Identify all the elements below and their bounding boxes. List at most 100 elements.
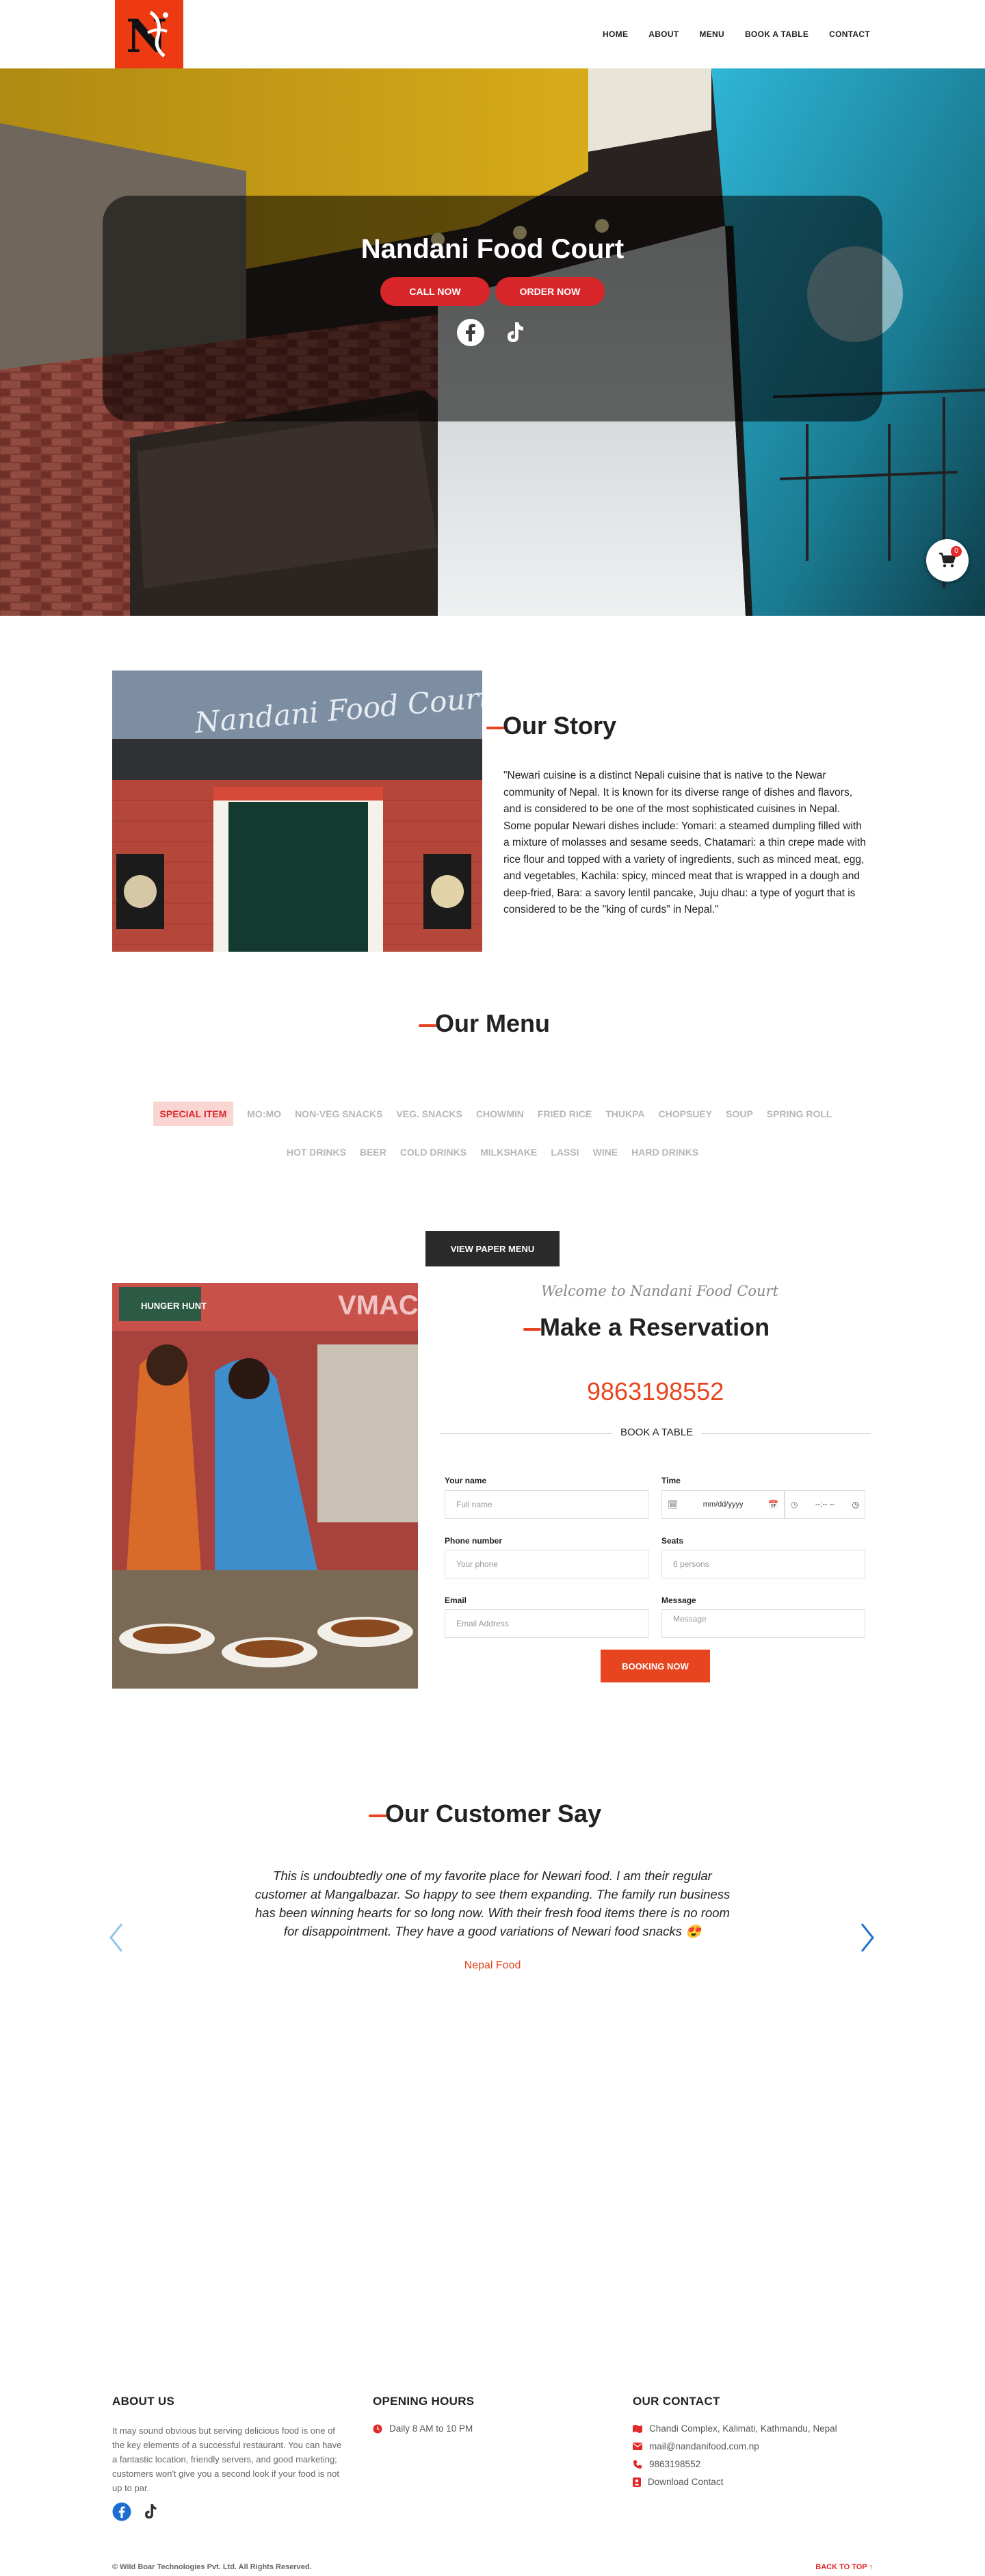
menu-tab-mo-mo[interactable]: MO:MO (247, 1102, 281, 1126)
logo-mark-icon: N (126, 10, 168, 63)
menu-tab-fried-rice[interactable]: FRIED RICE (538, 1102, 592, 1126)
clock-icon: ◷ (791, 1500, 798, 1509)
email-label: Email (445, 1596, 467, 1605)
title-accent-dash (369, 1814, 386, 1817)
footer-contact: OUR CONTACT Chandi Complex, Kalimati, Ka… (633, 2395, 837, 2495)
hero-social-links (103, 318, 882, 350)
menu-tab-beer[interactable]: BEER (360, 1140, 386, 1165)
welcome-text: Welcome to Nandani Food Court (541, 1283, 779, 1299)
menu-tab-lassi[interactable]: LASSI (551, 1140, 579, 1165)
book-a-table-label: BOOK A TABLE (612, 1427, 702, 1438)
title-accent-dash (486, 727, 504, 729)
menu-tab-row: HOT DRINKS BEER COLD DRINKS MILKSHAKE LASSI W… (0, 1140, 985, 1165)
testimonial-quote: This is undoubtedly one of my favorite p… (254, 1869, 731, 1938)
chevron-left-icon[interactable] (108, 1923, 124, 1956)
menu-tab-wine[interactable]: WINE (593, 1140, 618, 1165)
menu-tab-cold-drinks[interactable]: COLD DRINKS (400, 1140, 467, 1165)
facebook-icon[interactable] (456, 318, 485, 350)
cart-button[interactable]: 0 (926, 539, 969, 582)
booking-now-button[interactable]: BOOKING NOW (601, 1650, 710, 1682)
hero-title: Nandani Food Court (360, 234, 625, 264)
email-input[interactable]: Email Address (445, 1609, 648, 1638)
reservation-title: Make a Reservation (523, 1313, 770, 1342)
download-contact-item[interactable]: Download Contact (633, 2477, 837, 2487)
chevron-right-icon[interactable] (859, 1923, 876, 1956)
footer-hours: OPENING HOURS Daily 8 AM to 10 PM (373, 2395, 474, 2441)
nav-about[interactable]: ABOUT (648, 29, 679, 39)
tiktok-icon[interactable] (141, 2502, 160, 2525)
svg-text:HUNGER HUNT: HUNGER HUNT (141, 1301, 207, 1311)
clock-icon (373, 2424, 382, 2433)
menu-tab-veg-snacks[interactable]: VEG. SNACKS (396, 1102, 462, 1126)
call-now-button[interactable]: CALL NOW (380, 277, 490, 306)
phone-item[interactable]: 9863198552 (633, 2459, 837, 2469)
story-title: Our Story (486, 712, 616, 740)
nav-book-a-table[interactable]: BOOK A TABLE (745, 29, 809, 39)
hero-overlay-box: Nandani Food Court CALL NOW ORDER NOW (103, 196, 882, 421)
menu-tab-spring-roll[interactable]: SPRING ROLL (767, 1102, 832, 1126)
time-picker-icon[interactable]: ◷ (852, 1500, 859, 1509)
contact-title: OUR CONTACT (633, 2395, 720, 2408)
reservation-image: HUNGER HUNT VMAC (112, 1283, 418, 1689)
about-text: It may sound obvious but serving delicio… (112, 2425, 342, 2493)
seats-input[interactable]: 6 persons (661, 1550, 865, 1578)
menu-tab-non-veg-snacks[interactable]: NON-VEG SNACKS (295, 1102, 382, 1126)
hero-buttons: CALL NOW ORDER NOW (103, 277, 882, 306)
time-label: Time (661, 1476, 681, 1485)
cart-count-badge: 0 (951, 546, 962, 557)
back-to-top-link[interactable]: BACK TO TOP ↑ (815, 2563, 873, 2571)
menu-tab-soup[interactable]: SOUP (726, 1102, 753, 1126)
nav-contact[interactable]: CONTACT (829, 29, 870, 39)
contact-card-icon (633, 2477, 641, 2487)
facebook-icon[interactable] (112, 2502, 131, 2525)
name-label: Your name (445, 1476, 487, 1485)
story-text: "Newari cuisine is a distinct Nepali cui… (503, 770, 866, 915)
logo[interactable]: N (115, 0, 183, 68)
story-image: Nandani Food Court (112, 671, 482, 952)
footer: ABOUT US It may sound obvious but servin… (0, 2381, 985, 2576)
menu-tab-row: SPECIAL ITEM MO:MO NON-VEG SNACKS VEG. SNAC… (0, 1102, 985, 1126)
footer-social-links (112, 2502, 345, 2525)
our-menu-section: Our Menu SPECIAL ITEM MO:MO NON-VEG SNACKS… (0, 1009, 985, 1303)
date-picker-icon[interactable]: 📅 (768, 1500, 778, 1509)
footer-about: ABOUT US It may sound obvious but servin… (112, 2395, 345, 2525)
footer-bottom-bar: © Wild Boar Technologies Pvt. Ltd. All R… (112, 2563, 873, 2571)
menu-title: Our Menu (419, 1009, 550, 1038)
hours-item: Daily 8 AM to 10 PM (373, 2423, 474, 2434)
reservation-section: HUNGER HUNT VMAC Welcome to Nandani Food… (0, 1283, 985, 1789)
menu-tab-hard-drinks[interactable]: HARD DRINKS (631, 1140, 698, 1165)
email-item[interactable]: mail@nandanifood.com.np (633, 2441, 837, 2451)
svg-text:VMAC: VMAC (338, 1290, 418, 1320)
testimonial-title: Our Customer Say (369, 1799, 601, 1828)
menu-tab-special-item[interactable]: SPECIAL ITEM (153, 1102, 234, 1126)
nav-menu[interactable]: MENU (699, 29, 724, 39)
phone-icon (633, 2460, 642, 2469)
view-paper-menu-button[interactable]: VIEW PAPER MENU (425, 1231, 560, 1266)
reservation-phone[interactable]: 9863198552 (587, 1377, 724, 1406)
phone-input[interactable]: Your phone (445, 1550, 648, 1578)
hours-title: OPENING HOURS (373, 2395, 475, 2408)
date-input[interactable]: 🗓 mm/dd/yyyy 📅 (661, 1490, 785, 1519)
address-item: Chandi Complex, Kalimati, Kathmandu, Nep… (633, 2423, 837, 2434)
envelope-icon (633, 2443, 642, 2450)
tiktok-icon[interactable] (500, 318, 529, 350)
menu-tab-milkshake[interactable]: MILKSHAKE (480, 1140, 537, 1165)
time-input[interactable]: ◷ --:-- -- ◷ (785, 1490, 865, 1519)
menu-tab-thukpa[interactable]: THUKPA (605, 1102, 644, 1126)
our-story-section: Nandani Food Court Our Story "Newari cui… (0, 616, 985, 1054)
menu-tab-chowmin[interactable]: CHOWMIN (476, 1102, 524, 1126)
navbar: N HOME ABOUT MENU BOOK A TABLE CONTACT (0, 0, 985, 68)
title-accent-dash (419, 1024, 436, 1027)
testimonial-author: Nepal Food (464, 1960, 521, 1971)
about-title: ABOUT US (112, 2395, 175, 2408)
menu-tab-hot-drinks[interactable]: HOT DRINKS (287, 1140, 346, 1165)
message-label: Message (661, 1596, 696, 1605)
order-now-button[interactable]: ORDER NOW (495, 277, 605, 306)
seats-label: Seats (661, 1536, 684, 1546)
nav-home[interactable]: HOME (603, 29, 628, 39)
name-input[interactable]: Full name (445, 1490, 648, 1519)
calendar-icon: 🗓 (668, 1500, 679, 1509)
menu-category-tabs: SPECIAL ITEM MO:MO NON-VEG SNACKS VEG. SNAC… (0, 1102, 985, 1178)
menu-tab-chopsuey[interactable]: CHOPSUEY (659, 1102, 713, 1126)
message-textarea[interactable]: Message (661, 1609, 865, 1638)
